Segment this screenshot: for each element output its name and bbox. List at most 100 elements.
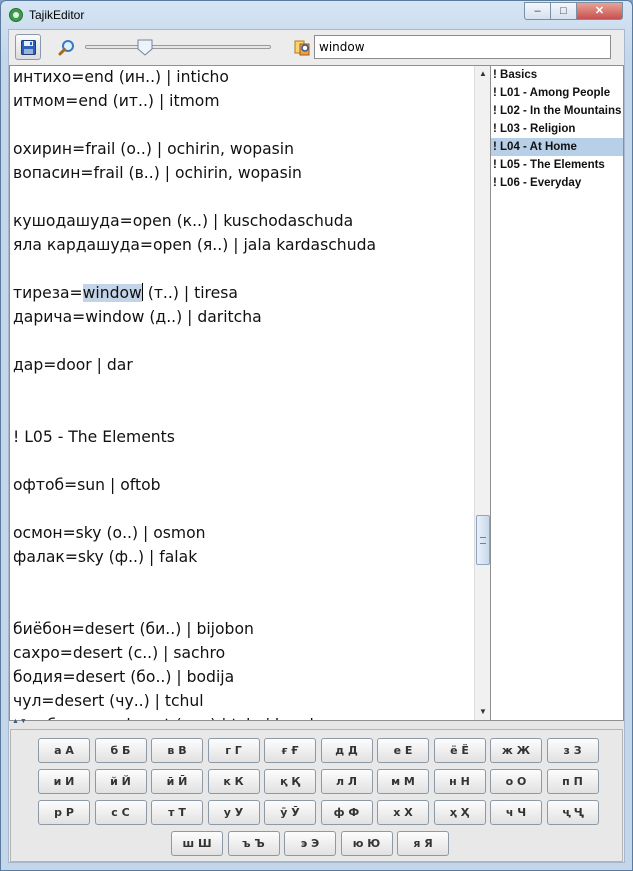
magnifier-icon [58,40,74,56]
find-replace-icon [294,40,310,56]
scrollbar-thumb[interactable] [476,515,490,565]
key-button[interactable]: қ Қ [264,769,316,794]
key-button[interactable]: й Й [94,769,147,794]
editor-line: осмон=sky (о..) | osmon [13,524,206,542]
split-divider[interactable]: ▲▼ [9,718,624,729]
lesson-outline-list: ! Basics! L01 - Among People! L02 - In t… [490,65,624,721]
editor-scrollbar[interactable]: ▲ ▼ [474,66,490,720]
key-button[interactable]: б Б [94,738,147,763]
outline-item[interactable]: ! L05 - The Elements [491,156,623,174]
editor-line: офтоб=sun | oftob [13,476,161,494]
save-disk-icon [21,40,36,55]
key-button[interactable]: н Н [433,769,486,794]
editor-line: сахро=desert (с..) | sachro [13,644,226,662]
key-button[interactable]: д Д [320,738,373,763]
key-button[interactable]: ъ Ъ [227,831,280,856]
key-button[interactable]: т Т [151,800,203,825]
key-button[interactable]: м М [377,769,429,794]
key-button[interactable]: ё Ё [433,738,486,763]
slider-track [85,45,271,49]
save-button[interactable] [15,34,41,60]
window-title: TajikEditor [29,8,85,22]
key-button[interactable]: э Э [284,831,336,856]
editor-line: охирин=frail (о..) | ochirin, wopasin [13,140,295,158]
editor-text: интихо=end (ин..) | inticho итмом=end (ит… [13,66,377,720]
key-button[interactable]: ҷ Ҷ [546,800,599,825]
scroll-up-arrow[interactable]: ▲ [476,67,490,81]
editor-line: интихо=end (ин..) | inticho [13,68,229,86]
key-button[interactable]: ф Ф [320,800,373,825]
key-button[interactable]: ӯ Ӯ [264,800,316,825]
key-button[interactable]: я Я [397,831,449,856]
editor-line: ! L05 - The Elements [13,428,175,446]
editor-line: фалак=sky (ф..) | falak [13,548,198,566]
editor-line: кушодашуда=open (к..) | kuschodaschuda [13,212,354,230]
outline-item[interactable]: ! L01 - Among People [491,84,623,102]
app-window: TajikEditor – □ ✕ window интихо=end (ин.… [0,0,633,871]
editor-line: дар=door | dar [13,356,133,374]
outline-item[interactable]: ! L04 - At Home [491,138,623,156]
editor-line: яла кардашуда=open (я..) | jala kardasch… [13,236,377,254]
key-button[interactable]: ю Ю [340,831,393,856]
key-button[interactable]: з З [546,738,599,763]
text-editor[interactable]: интихо=end (ин..) | inticho итмом=end (ит… [9,65,491,721]
scroll-down-arrow[interactable]: ▼ [476,705,490,719]
close-button[interactable]: ✕ [576,2,623,20]
key-button[interactable]: л Л [320,769,373,794]
key-button[interactable]: у У [207,800,260,825]
maximize-button[interactable]: □ [550,2,577,20]
key-button[interactable]: с С [94,800,147,825]
key-button[interactable]: о О [490,769,542,794]
app-icon [9,8,23,22]
key-button[interactable]: к К [207,769,260,794]
editor-line: итмом=end (ит..) | itmom [13,92,220,110]
editor-line: чул=desert (чу..) | tchul [13,692,204,710]
key-button[interactable]: ғ Ғ [264,738,316,763]
slider-thumb[interactable] [137,39,153,56]
key-button[interactable]: ч Ч [490,800,542,825]
key-button[interactable]: в В [151,738,203,763]
editor-line: тиреза=window (т..) | tiresa [13,281,376,305]
outline-item[interactable]: ! L06 - Everyday [491,174,623,192]
editor-line: биёбон=desert (би..) | bijobon [13,620,254,638]
editor-line: чои беодам=desert (чо..) | tchoi beodam [13,713,376,720]
key-button[interactable]: г Г [207,738,260,763]
key-button[interactable]: а А [38,738,90,763]
editor-line: вопасин=frail (в..) | ochirin, wopasin [13,164,302,182]
key-button[interactable]: р Р [38,800,90,825]
tajik-keyboard: а Аб Бв Вг Гғ Ғд Де Её Ёж Жз З и Ий Йӣ Ӣк… [10,729,623,862]
key-button[interactable]: х Х [377,800,429,825]
key-button[interactable]: е Е [377,738,429,763]
key-button[interactable]: ш Ш [171,831,223,856]
outline-item[interactable]: ! L02 - In the Mountains [491,102,623,120]
zoom-slider[interactable] [85,37,271,57]
toolbar [9,30,624,65]
minimize-button[interactable]: – [524,2,551,20]
search-match-highlight: window [82,284,142,302]
title-bar[interactable]: TajikEditor – □ ✕ [1,1,632,29]
key-button[interactable]: ӣ Ӣ [151,769,203,794]
editor-line: дарича=window (д..) | daritcha [13,308,262,326]
editor-line: бодия=desert (бо..) | bodija [13,668,235,686]
key-button[interactable]: ж Ж [490,738,542,763]
search-input[interactable] [314,35,611,59]
divider-arrows-icon[interactable]: ▲▼ [12,718,28,725]
key-button[interactable]: п П [546,769,599,794]
line-text: тиреза= [13,284,83,302]
line-text: (т..) | tiresa [142,284,238,302]
client-area: интихо=end (ин..) | inticho итмом=end (ит… [8,29,625,863]
key-button[interactable]: и И [38,769,90,794]
key-button[interactable]: ҳ Ҳ [433,800,486,825]
outline-item[interactable]: ! Basics [491,66,623,84]
outline-item[interactable]: ! L03 - Religion [491,120,623,138]
